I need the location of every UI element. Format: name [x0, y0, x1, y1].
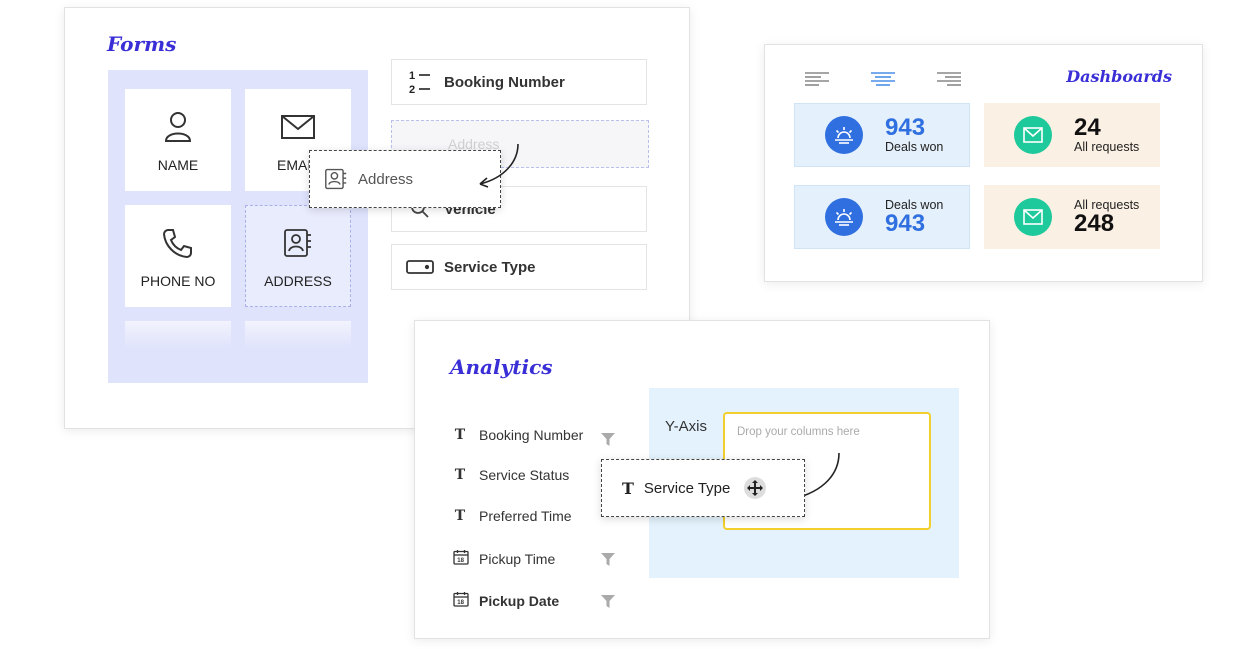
text-type-icon: T — [454, 427, 466, 443]
stat-value: 943 — [885, 210, 926, 237]
tile-placeholder — [245, 321, 351, 349]
stat-value: 943 — [885, 114, 926, 141]
address-book-icon — [283, 223, 313, 263]
column-label: Preferred Time — [479, 508, 572, 524]
tile-label: PHONE NO — [140, 273, 216, 289]
stat-card-deals-won[interactable]: 943 Deals won — [794, 103, 970, 167]
stat-label: All requests — [1074, 140, 1140, 154]
form-field-booking-number[interactable]: 12 Booking Number — [391, 59, 647, 105]
dragging-column-chip[interactable]: T Service Type — [601, 459, 805, 517]
column-label: Booking Number — [479, 427, 584, 443]
svg-text:18: 18 — [457, 600, 464, 606]
stat-card-all-requests[interactable]: 24 All requests — [984, 103, 1160, 167]
stat-value: 24 — [1074, 114, 1101, 141]
tile-phone[interactable]: PHONE NO — [125, 205, 231, 307]
text-type-icon: T — [454, 508, 466, 524]
filter-icon[interactable] — [601, 553, 615, 566]
dropdown-box-icon — [400, 259, 440, 275]
dragging-chip-label: Service Type — [643, 479, 731, 497]
column-label: Pickup Date — [479, 593, 560, 609]
address-book-icon — [324, 168, 348, 190]
svg-text:2: 2 — [409, 84, 415, 96]
field-label: Booking Number — [444, 73, 565, 91]
dragging-chip-label: Address — [358, 170, 414, 188]
stat-card-deals-won[interactable]: Deals won 943 — [794, 185, 970, 249]
sunrise-icon — [825, 198, 863, 236]
dropzone-placeholder: Drop your columns here — [737, 426, 860, 438]
stat-value: 248 — [1074, 210, 1115, 237]
forms-field-palette: NAME EMAIL PHONE NO ADDRESS — [108, 70, 368, 383]
align-right-icon[interactable] — [935, 71, 961, 87]
drag-arrow-icon — [479, 143, 519, 188]
tile-label: ADDRESS — [264, 273, 332, 289]
analytics-card: Analytics T Booking Number T Service Sta… — [414, 320, 990, 639]
user-icon — [164, 107, 192, 147]
text-type-icon: T — [454, 467, 466, 483]
column-label: Service Status — [479, 467, 570, 483]
column-item-pickup-time[interactable]: 18 Pickup Time — [453, 549, 555, 569]
move-cursor-icon — [744, 477, 767, 499]
form-field-service-type[interactable]: Service Type — [391, 244, 647, 290]
stat-label: Deals won — [885, 140, 944, 154]
phone-icon — [162, 223, 194, 263]
numbered-list-icon: 12 — [400, 68, 440, 96]
calendar-icon: 18 — [453, 591, 469, 611]
column-item-service-status[interactable]: T Service Status — [453, 467, 569, 483]
column-label: Pickup Time — [479, 551, 556, 567]
svg-text:1: 1 — [409, 70, 415, 82]
dashboards-card: Dashboards 943 Deals won 24 All requests… — [764, 44, 1203, 282]
mail-icon — [1014, 198, 1052, 236]
filter-icon[interactable] — [601, 433, 615, 446]
stat-card-all-requests[interactable]: All requests 248 — [984, 185, 1160, 249]
dashboards-title: Dashboards — [1066, 67, 1172, 86]
analytics-title: Analytics — [450, 355, 553, 379]
sunrise-icon — [825, 116, 863, 154]
y-axis-label: Y-Axis — [665, 418, 707, 435]
tile-label: NAME — [157, 157, 199, 173]
column-item-pickup-date[interactable]: 18 Pickup Date — [453, 591, 559, 611]
mail-icon — [1014, 116, 1052, 154]
column-item-booking-number[interactable]: T Booking Number — [453, 427, 584, 443]
text-type-icon: T — [622, 478, 634, 498]
filter-icon[interactable] — [601, 595, 615, 608]
forms-title: Forms — [107, 32, 177, 56]
field-label: Service Type — [444, 258, 536, 276]
svg-text:18: 18 — [457, 558, 464, 564]
align-left-icon[interactable] — [805, 71, 831, 87]
tile-placeholder — [125, 321, 231, 349]
column-item-preferred-time[interactable]: T Preferred Time — [453, 508, 572, 524]
align-center-icon[interactable] — [870, 71, 896, 87]
envelope-icon — [281, 107, 315, 147]
tile-name[interactable]: NAME — [125, 89, 231, 191]
tile-address[interactable]: ADDRESS — [245, 205, 351, 307]
calendar-icon: 18 — [453, 549, 469, 569]
